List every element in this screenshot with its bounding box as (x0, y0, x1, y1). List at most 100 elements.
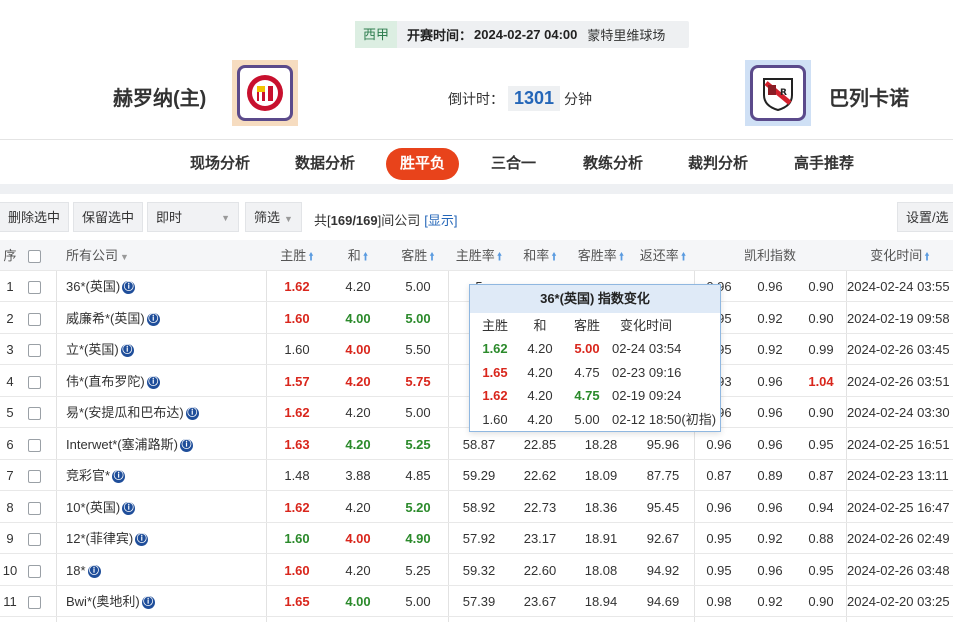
col-draw-rate[interactable]: 和率 🠙 (510, 240, 570, 271)
col-away-odds[interactable]: 客胜 🠙 (388, 240, 448, 271)
row-checkbox[interactable] (28, 523, 50, 554)
row-checkbox[interactable] (28, 397, 50, 428)
row-checkbox[interactable] (28, 586, 50, 617)
away-odds[interactable]: 5.25 (388, 555, 448, 586)
tab-expert-picks[interactable]: 高手推荐 (794, 148, 854, 180)
row-checkbox[interactable] (28, 303, 50, 334)
draw-odds[interactable]: 4.00 (328, 523, 388, 554)
company-name[interactable]: 易*(安提瓜和巴布达) ⓘ (66, 397, 266, 428)
bookmaker-info-icon[interactable]: ⓘ (87, 564, 101, 578)
show-link[interactable]: [显示] (424, 213, 457, 228)
tab-data-analysis[interactable]: 数据分析 (295, 148, 355, 180)
company-name[interactable]: 18* ⓘ (66, 555, 266, 586)
home-odds[interactable]: 1.48 (266, 460, 328, 491)
row-checkbox[interactable] (28, 334, 50, 365)
keep-selected-button[interactable]: 保留选中 (73, 202, 144, 232)
tab-three-in-one[interactable]: 三合一 (491, 148, 536, 180)
tab-win-draw-lose[interactable]: 胜平负 (386, 148, 460, 180)
col-away-rate[interactable]: 客胜率 🠙 (570, 240, 632, 271)
home-odds[interactable]: 1.65 (266, 586, 328, 617)
company-name[interactable]: 12*(菲律宾) ⓘ (66, 523, 266, 554)
draw-odds[interactable]: 4.00 (328, 334, 388, 365)
row-checkbox[interactable] (28, 271, 50, 302)
col-home-odds[interactable]: 主胜 🠙 (266, 240, 328, 271)
draw-odds[interactable]: 4.20 (328, 429, 388, 460)
bookmaker-info-icon[interactable]: ⓘ (112, 470, 126, 484)
away-odds[interactable]: 5.25 (388, 429, 448, 460)
away-odds[interactable]: 5.00 (388, 271, 448, 302)
draw-odds[interactable]: 4.20 (328, 271, 388, 302)
tab-referee-analysis[interactable]: 裁判分析 (688, 148, 748, 180)
draw-odds[interactable]: 4.00 (328, 586, 388, 617)
company-name[interactable]: 立*(英国) ⓘ (66, 334, 266, 365)
away-team-name[interactable]: 巴列卡诺 (829, 82, 909, 111)
away-team-logo[interactable]: R (745, 60, 811, 126)
home-team-logo[interactable] (232, 60, 298, 126)
home-team-name[interactable]: 赫罗纳(主) (113, 82, 206, 111)
row-checkbox[interactable] (28, 366, 50, 397)
away-odds[interactable]: 5.00 (388, 586, 448, 617)
table-row[interactable]: 10 18* ⓘ 1.60 4.20 5.25 59.32 22.60 18.08 94.92 0.… (0, 555, 953, 586)
home-odds[interactable]: 1.60 (266, 555, 328, 586)
home-odds[interactable]: 1.57 (266, 366, 328, 397)
away-odds[interactable]: 5.50 (388, 334, 448, 365)
draw-odds[interactable]: 3.88 (328, 460, 388, 491)
draw-odds[interactable]: 4.20 (328, 555, 388, 586)
home-odds[interactable]: 1.60 (266, 523, 328, 554)
league-tag[interactable]: 西甲 (355, 21, 398, 48)
bookmaker-info-icon[interactable]: ⓘ (120, 344, 134, 358)
filter-dropdown[interactable]: 筛选 ▼ (245, 202, 302, 232)
tab-coach-analysis[interactable]: 教练分析 (583, 148, 643, 180)
away-odds[interactable]: 5.20 (388, 492, 448, 523)
draw-odds[interactable]: 4.20 (328, 397, 388, 428)
row-checkbox[interactable] (28, 492, 50, 523)
bookmaker-info-icon[interactable]: ⓘ (146, 312, 160, 326)
col-return-rate[interactable]: 返还率 🠙 (632, 240, 694, 271)
bookmaker-info-icon[interactable]: ⓘ (135, 533, 149, 547)
company-name[interactable]: 10*(英国) ⓘ (66, 492, 266, 523)
away-odds[interactable]: 5.75 (388, 366, 448, 397)
company-name[interactable]: 伟*(直布罗陀) ⓘ (66, 366, 266, 397)
bookmaker-info-icon[interactable]: ⓘ (141, 596, 155, 610)
col-company[interactable]: 所有公司 ▼ (66, 240, 266, 271)
company-name[interactable]: 36*(英国) ⓘ (66, 271, 266, 302)
table-row[interactable]: 9 12*(菲律宾) ⓘ 1.60 4.00 4.90 57.92 23.17 18.91 92.… (0, 523, 953, 554)
row-checkbox[interactable] (28, 460, 50, 491)
home-odds[interactable]: 1.63 (266, 429, 328, 460)
table-row[interactable]: 7 竞彩官* ⓘ 1.48 3.88 4.85 59.29 22.62 18.09 87.75 0.… (0, 460, 953, 491)
settings-button[interactable]: 设置/选择 (897, 202, 953, 255)
home-odds[interactable]: 1.62 (266, 271, 328, 302)
select-all-checkbox[interactable] (28, 240, 50, 271)
away-odds[interactable]: 4.85 (388, 460, 448, 491)
mode-select[interactable]: 即时 ▼ (147, 202, 239, 232)
bookmaker-info-icon[interactable]: ⓘ (179, 438, 193, 452)
company-name[interactable]: 竞彩官* ⓘ (66, 460, 266, 491)
bookmaker-info-icon[interactable]: ⓘ (146, 375, 160, 389)
away-odds[interactable]: 5.00 (388, 303, 448, 334)
col-change-time[interactable]: 变化时间 🠙 (846, 240, 953, 271)
company-name[interactable]: Interwet*(塞浦路斯) ⓘ (66, 429, 266, 460)
away-odds[interactable]: 5.00 (388, 397, 448, 428)
bookmaker-info-icon[interactable]: ⓘ (185, 407, 199, 421)
col-home-rate[interactable]: 主胜率 🠙 (448, 240, 510, 271)
away-odds[interactable]: 4.90 (388, 523, 448, 554)
table-row[interactable]: 11 Bwi*(奥地利) ⓘ 1.65 4.00 5.00 57.39 23.67 18.94 9… (0, 586, 953, 617)
draw-odds[interactable]: 4.00 (328, 303, 388, 334)
row-checkbox[interactable] (28, 429, 50, 460)
home-odds[interactable]: 1.62 (266, 492, 328, 523)
row-checkbox[interactable] (28, 555, 50, 586)
table-row[interactable]: 6 Interwet*(塞浦路斯) ⓘ 1.63 4.20 5.25 58.87 22.85 1… (0, 429, 953, 460)
company-name[interactable]: 威廉希*(英国) ⓘ (66, 303, 266, 334)
home-odds[interactable]: 1.62 (266, 397, 328, 428)
bookmaker-info-icon[interactable]: ⓘ (122, 501, 136, 515)
home-odds[interactable]: 1.60 (266, 303, 328, 334)
col-draw-odds[interactable]: 和 🠙 (328, 240, 388, 271)
draw-odds[interactable]: 4.20 (328, 366, 388, 397)
draw-odds[interactable]: 4.20 (328, 492, 388, 523)
company-name[interactable]: Bwi*(奥地利) ⓘ (66, 586, 266, 617)
delete-selected-button[interactable]: 删除选中 (0, 202, 70, 232)
home-odds[interactable]: 1.60 (266, 334, 328, 365)
tab-scene-analysis[interactable]: 现场分析 (190, 148, 250, 180)
bookmaker-info-icon[interactable]: ⓘ (122, 281, 136, 295)
table-row[interactable]: 8 10*(英国) ⓘ 1.62 4.20 5.20 58.92 22.73 18.36 95.4… (0, 492, 953, 523)
